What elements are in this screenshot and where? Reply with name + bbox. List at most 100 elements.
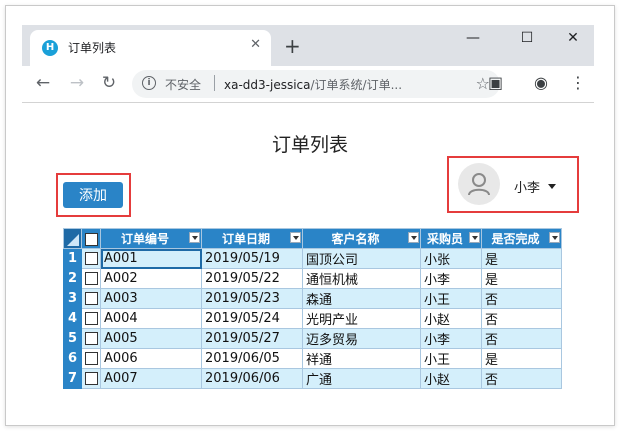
row-checkbox[interactable]: [84, 272, 98, 285]
table-cell[interactable]: 2019/06/06: [201, 368, 303, 389]
table-cell[interactable]: 2019/06/05: [201, 348, 303, 369]
table-cell[interactable]: 否: [481, 288, 562, 309]
url-path: /订单系统/订单...: [310, 78, 403, 92]
column-header[interactable]: 客户名称: [302, 228, 421, 249]
table-cell[interactable]: 小王: [420, 288, 482, 309]
tab-title: 订单列表: [68, 41, 117, 55]
forward-icon[interactable]: →: [66, 72, 88, 94]
table-cell[interactable]: 否: [481, 328, 562, 349]
minimize-icon[interactable]: —: [458, 28, 488, 48]
row-checkbox-cell[interactable]: [81, 248, 101, 269]
row-checkbox[interactable]: [84, 292, 98, 305]
table-cell[interactable]: 小李: [420, 268, 482, 289]
row-checkbox-cell[interactable]: [81, 328, 101, 349]
table-cell[interactable]: 是: [481, 248, 562, 269]
row-checkbox-cell[interactable]: [81, 308, 101, 329]
header-checkbox-cell[interactable]: [81, 228, 101, 249]
table-row[interactable]: 5 A005 2019/05/27 迈多贸易 小李否: [63, 328, 562, 349]
table-cell[interactable]: 是: [481, 348, 562, 369]
column-header[interactable]: 采购员: [420, 228, 482, 249]
filter-dropdown-icon[interactable]: [408, 232, 419, 243]
table-row[interactable]: 4 A004 2019/05/24 光明产业 小赵否: [63, 308, 562, 329]
table-cell[interactable]: 否: [481, 368, 562, 389]
row-number[interactable]: 4: [63, 308, 82, 329]
row-number[interactable]: 6: [63, 348, 82, 369]
column-header-label: 采购员: [426, 232, 463, 246]
close-window-icon[interactable]: ✕: [558, 28, 588, 48]
row-number[interactable]: 5: [63, 328, 82, 349]
table-cell[interactable]: A003: [100, 288, 202, 309]
orders-grid: 订单编号 订单日期 客户名称 采购员 是否完成 1 A001 2019/05/19 国…: [63, 228, 562, 389]
table-cell[interactable]: A005: [100, 328, 202, 349]
row-checkbox[interactable]: [84, 372, 98, 385]
table-cell[interactable]: 是: [481, 268, 562, 289]
select-all-corner[interactable]: [63, 228, 82, 249]
select-all-checkbox[interactable]: [84, 232, 98, 246]
filter-dropdown-icon[interactable]: [189, 232, 200, 243]
table-cell[interactable]: 国顶公司: [302, 248, 421, 269]
row-number[interactable]: 7: [63, 368, 82, 389]
table-row[interactable]: 1 A001 2019/05/19 国顶公司 小张是: [63, 248, 562, 269]
info-icon[interactable]: i: [142, 76, 156, 90]
row-checkbox[interactable]: [84, 352, 98, 365]
table-cell[interactable]: 小李: [420, 328, 482, 349]
new-tab-button[interactable]: +: [284, 35, 301, 57]
row-checkbox[interactable]: [84, 252, 98, 265]
table-cell[interactable]: 2019/05/27: [201, 328, 303, 349]
row-number[interactable]: 1: [63, 248, 82, 269]
row-checkbox[interactable]: [84, 312, 98, 325]
table-cell[interactable]: 广通: [302, 368, 421, 389]
table-row[interactable]: 2 A002 2019/05/22 通恒机械 小李是: [63, 268, 562, 289]
table-row[interactable]: 7 A007 2019/06/06 广通 小赵否: [63, 368, 562, 389]
reload-icon[interactable]: ↻: [98, 72, 120, 94]
account-icon[interactable]: ◉: [534, 73, 548, 93]
filter-dropdown-icon[interactable]: [469, 232, 480, 243]
row-checkbox-cell[interactable]: [81, 348, 101, 369]
column-header[interactable]: 订单编号: [100, 228, 202, 249]
close-tab-icon[interactable]: ✕: [250, 37, 261, 52]
table-cell[interactable]: 森通: [302, 288, 421, 309]
table-cell[interactable]: 2019/05/24: [201, 308, 303, 329]
column-header[interactable]: 是否完成: [481, 228, 562, 249]
table-cell[interactable]: 2019/05/19: [201, 248, 303, 269]
table-cell[interactable]: 通恒机械: [302, 268, 421, 289]
address-separator: [214, 75, 215, 91]
table-cell[interactable]: 光明产业: [302, 308, 421, 329]
row-checkbox[interactable]: [84, 332, 98, 345]
table-row[interactable]: 3 A003 2019/05/23 森通 小王否: [63, 288, 562, 309]
menu-icon[interactable]: ⋮: [570, 73, 586, 93]
table-cell[interactable]: 小张: [420, 248, 482, 269]
url-text[interactable]: xa-dd3-jessica/订单系统/订单...: [224, 76, 402, 93]
back-icon[interactable]: ←: [32, 72, 54, 94]
table-cell[interactable]: 小赵: [420, 368, 482, 389]
filter-dropdown-icon[interactable]: [549, 232, 560, 243]
table-row[interactable]: 6 A006 2019/06/05 祥通 小王是: [63, 348, 562, 369]
row-checkbox-cell[interactable]: [81, 288, 101, 309]
table-cell[interactable]: A002: [100, 268, 202, 289]
caret-down-icon: [548, 184, 556, 189]
column-header[interactable]: 订单日期: [201, 228, 303, 249]
extension-icon[interactable]: ▣: [488, 73, 503, 93]
row-number[interactable]: 3: [63, 288, 82, 309]
table-cell[interactable]: 迈多贸易: [302, 328, 421, 349]
address-bar[interactable]: i 不安全 xa-dd3-jessica/订单系统/订单... ☆: [132, 70, 500, 98]
browser-tab[interactable]: H 订单列表 ✕: [30, 30, 271, 66]
add-button[interactable]: 添加: [63, 182, 123, 208]
table-cell[interactable]: A006: [100, 348, 202, 369]
column-header-label: 客户名称: [331, 232, 380, 246]
table-cell[interactable]: A004: [100, 308, 202, 329]
row-number[interactable]: 2: [63, 268, 82, 289]
filter-dropdown-icon[interactable]: [290, 232, 301, 243]
table-cell[interactable]: 祥通: [302, 348, 421, 369]
table-cell[interactable]: 小王: [420, 348, 482, 369]
table-cell[interactable]: 2019/05/22: [201, 268, 303, 289]
table-cell[interactable]: 2019/05/23: [201, 288, 303, 309]
row-checkbox-cell[interactable]: [81, 268, 101, 289]
table-cell[interactable]: 小赵: [420, 308, 482, 329]
table-cell[interactable]: A001: [100, 248, 202, 269]
table-cell[interactable]: 否: [481, 308, 562, 329]
row-checkbox-cell[interactable]: [81, 368, 101, 389]
table-cell[interactable]: A007: [100, 368, 202, 389]
column-header-label: 订单日期: [221, 232, 270, 246]
maximize-icon[interactable]: ☐: [512, 28, 542, 48]
